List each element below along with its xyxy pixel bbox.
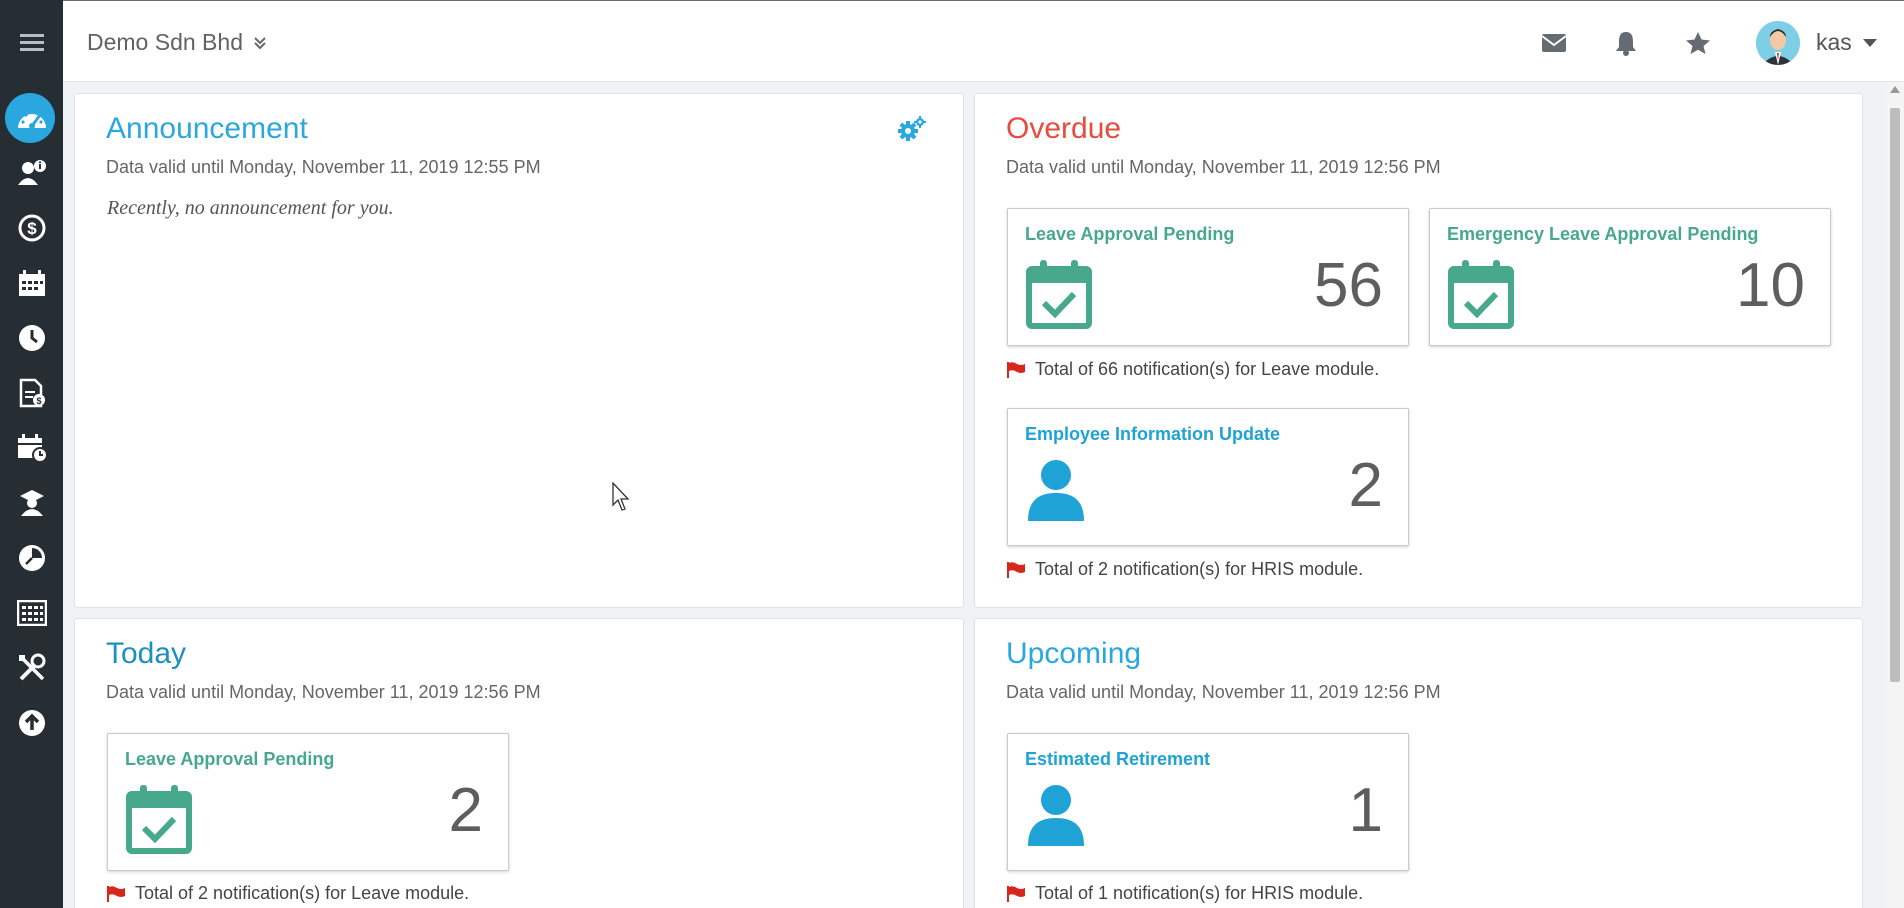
today-title: Today bbox=[106, 637, 187, 670]
today-validity: Data valid until Monday, November 11, 20… bbox=[106, 682, 541, 702]
calendar-icon bbox=[18, 270, 45, 296]
note-text: Total of 2 notification(s) for HRIS modu… bbox=[1035, 559, 1364, 579]
sidebar-item-calendar[interactable] bbox=[0, 258, 63, 308]
tile-count: 56 bbox=[1314, 251, 1383, 320]
clock-icon bbox=[18, 325, 45, 351]
flag-icon bbox=[1007, 885, 1025, 902]
envelope-icon bbox=[1541, 34, 1567, 52]
tile-count: 10 bbox=[1736, 251, 1805, 320]
dashboard-icon bbox=[17, 110, 46, 129]
note-text: Total of 66 notification(s) for Leave mo… bbox=[1035, 359, 1380, 379]
sidebar-item-timesheet[interactable] bbox=[0, 533, 63, 583]
today-leave-approval-pending-tile[interactable]: Leave Approval Pending 2 bbox=[107, 733, 509, 871]
overdue-panel: Overdue Data valid until Monday, Novembe… bbox=[974, 93, 1863, 608]
overdue-title: Overdue bbox=[1006, 112, 1122, 145]
tile-label: Estimated Retirement bbox=[1025, 749, 1211, 769]
leave-notification-summary: Total of 66 notification(s) for Leave mo… bbox=[1007, 359, 1379, 380]
flag-icon bbox=[1007, 561, 1025, 578]
notifications-button[interactable] bbox=[1612, 29, 1640, 57]
tools-icon bbox=[18, 653, 45, 681]
menu-toggle-button[interactable] bbox=[0, 0, 63, 84]
payroll-icon: $ bbox=[18, 214, 45, 242]
gears-icon[interactable] bbox=[897, 114, 927, 144]
user-icon bbox=[1028, 785, 1084, 846]
top-bar: Demo Sdn Bhd kas bbox=[63, 0, 1904, 82]
schedule-icon bbox=[17, 434, 48, 463]
company-name: Demo Sdn Bhd bbox=[87, 29, 243, 55]
employee-information-update-tile[interactable]: Employee Information Update 2 bbox=[1007, 408, 1409, 546]
sidebar-item-dashboard[interactable] bbox=[0, 93, 63, 143]
note-text: Total of 1 notification(s) for HRIS modu… bbox=[1035, 883, 1364, 903]
sidebar-item-upload[interactable] bbox=[0, 698, 63, 748]
estimated-retirement-tile[interactable]: Estimated Retirement 1 bbox=[1007, 733, 1409, 871]
calendar-check-icon bbox=[126, 785, 192, 854]
sidebar-item-time-attendance[interactable] bbox=[0, 313, 63, 363]
claims-icon: $ bbox=[19, 378, 45, 408]
double-chevron-down-icon bbox=[254, 36, 266, 49]
sidebar: $ $ bbox=[0, 0, 63, 908]
training-icon bbox=[19, 490, 44, 516]
announcement-empty-message: Recently, no announcement for you. bbox=[107, 197, 394, 219]
employee-info-icon bbox=[17, 160, 46, 185]
star-icon bbox=[1686, 32, 1710, 54]
calculator-icon bbox=[16, 600, 47, 626]
calendar-check-icon bbox=[1026, 260, 1092, 329]
company-selector[interactable]: Demo Sdn Bhd bbox=[87, 29, 267, 56]
tile-count: 2 bbox=[1348, 451, 1383, 520]
sidebar-item-employee-info[interactable] bbox=[0, 148, 63, 198]
upcoming-title: Upcoming bbox=[1006, 637, 1142, 670]
flag-icon bbox=[1007, 361, 1025, 378]
sidebar-item-schedule[interactable] bbox=[0, 423, 63, 473]
announcement-panel: Announcement Data valid until Monday, No… bbox=[74, 93, 964, 608]
messages-button[interactable] bbox=[1540, 29, 1568, 57]
tile-label: Employee Information Update bbox=[1025, 424, 1281, 444]
announcement-title: Announcement bbox=[106, 112, 308, 145]
today-leave-notification-summary: Total of 2 notification(s) for Leave mod… bbox=[107, 883, 469, 904]
user-menu-caret-icon[interactable] bbox=[1863, 39, 1877, 47]
timesheet-icon bbox=[18, 545, 45, 571]
sidebar-item-calculator[interactable] bbox=[0, 588, 63, 638]
svg-text:$: $ bbox=[27, 219, 37, 238]
announcement-validity: Data valid until Monday, November 11, 20… bbox=[106, 157, 541, 177]
tile-count: 1 bbox=[1348, 776, 1383, 845]
hris-notification-summary: Total of 2 notification(s) for HRIS modu… bbox=[1007, 559, 1363, 580]
tile-label: Emergency Leave Approval Pending bbox=[1447, 224, 1759, 244]
tile-label: Leave Approval Pending bbox=[1025, 224, 1235, 244]
mouse-cursor-icon bbox=[612, 482, 630, 511]
calendar-check-icon bbox=[1448, 260, 1514, 329]
user-icon bbox=[1028, 460, 1084, 521]
note-text: Total of 2 notification(s) for Leave mod… bbox=[135, 883, 470, 903]
hamburger-icon bbox=[19, 34, 44, 51]
bell-icon bbox=[1616, 32, 1636, 56]
user-avatar-icon bbox=[1756, 21, 1800, 65]
svg-text:$: $ bbox=[36, 396, 41, 406]
avatar[interactable] bbox=[1756, 21, 1800, 65]
emergency-leave-approval-pending-tile[interactable]: Emergency Leave Approval Pending 10 bbox=[1429, 208, 1831, 346]
sidebar-item-claims[interactable]: $ bbox=[0, 368, 63, 418]
sidebar-item-payroll[interactable]: $ bbox=[0, 203, 63, 253]
upcoming-panel: Upcoming Data valid until Monday, Novemb… bbox=[974, 618, 1863, 908]
scrollbar-thumb[interactable] bbox=[1890, 108, 1900, 682]
leave-approval-pending-tile[interactable]: Leave Approval Pending 56 bbox=[1007, 208, 1409, 346]
tile-label: Leave Approval Pending bbox=[125, 749, 335, 769]
sidebar-item-training[interactable] bbox=[0, 478, 63, 528]
today-panel: Today Data valid until Monday, November … bbox=[74, 618, 964, 908]
page-scrollbar[interactable] bbox=[1886, 82, 1904, 908]
upcoming-hris-notification-summary: Total of 1 notification(s) for HRIS modu… bbox=[1007, 883, 1363, 904]
upcoming-validity: Data valid until Monday, November 11, 20… bbox=[1006, 682, 1441, 702]
scroll-up-arrow-icon[interactable] bbox=[1890, 86, 1900, 93]
tile-count: 2 bbox=[448, 776, 483, 845]
overdue-validity: Data valid until Monday, November 11, 20… bbox=[1006, 157, 1441, 177]
upload-icon bbox=[18, 710, 45, 736]
sidebar-item-tools[interactable] bbox=[0, 643, 63, 693]
flag-icon bbox=[107, 885, 125, 902]
favorites-button[interactable] bbox=[1684, 29, 1712, 57]
user-name[interactable]: kas bbox=[1816, 29, 1852, 56]
